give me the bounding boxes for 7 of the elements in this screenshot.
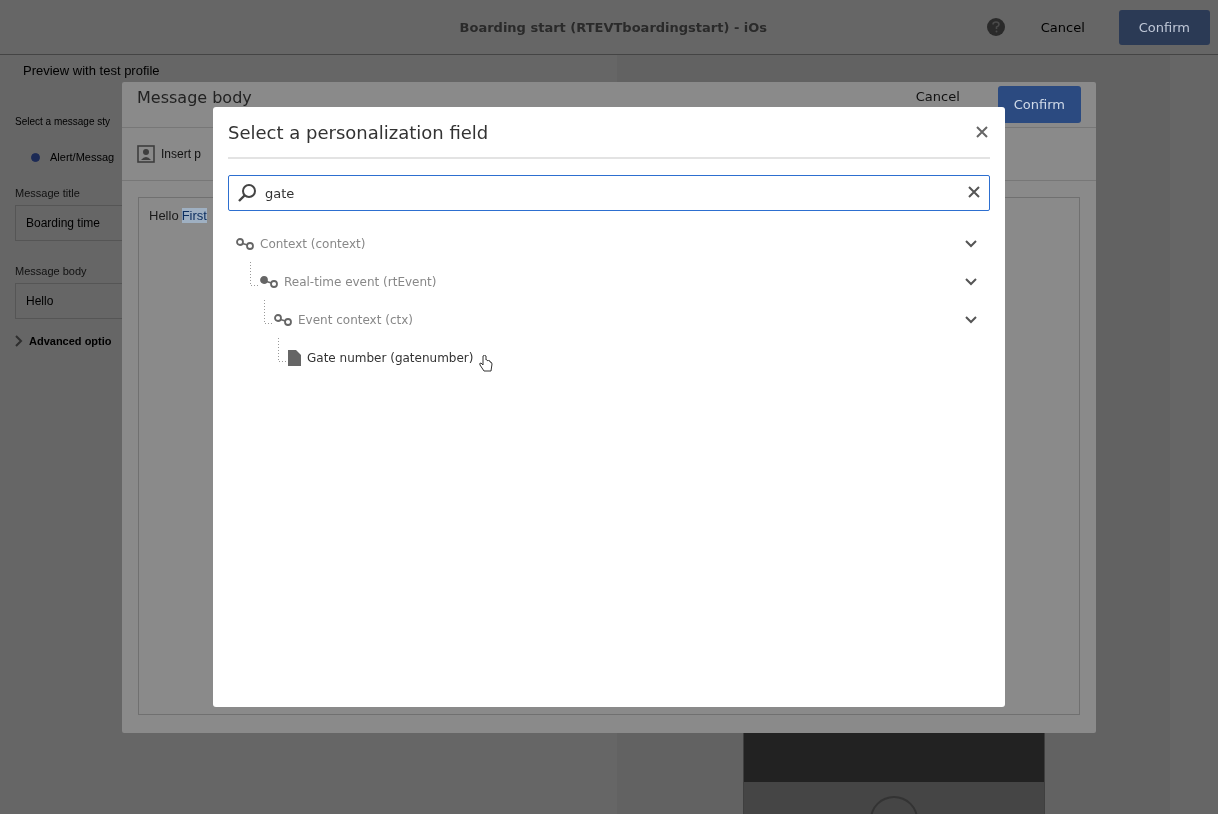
dialog-title: Message body	[137, 87, 253, 107]
field-label: Message body	[15, 265, 88, 277]
dialog-title: Select a personalization field	[228, 121, 490, 143]
editor-text: Hello	[149, 208, 179, 223]
window-title: Boarding start (RTEVTboardingstart) - iOs	[458, 19, 769, 35]
style-label: Select a message sty	[15, 116, 112, 127]
field-label: Message title	[15, 187, 81, 199]
